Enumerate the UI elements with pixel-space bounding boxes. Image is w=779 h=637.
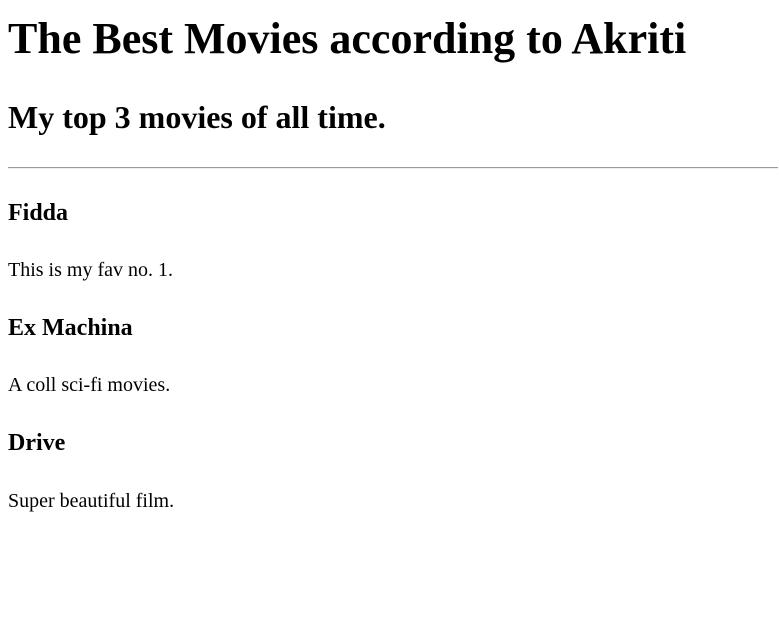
movie-title-drive: Drive: [8, 430, 66, 456]
movie-title-ex-machina: Ex Machina: [8, 315, 133, 341]
movie-title-fidda: Fidda: [8, 200, 69, 226]
section-divider: [8, 167, 778, 169]
page-subtitle: My top 3 movies of all time.: [8, 99, 386, 135]
page-title: The Best Movies according to Akriti: [8, 14, 687, 63]
movie-description-drive: Super beautiful film.: [8, 490, 175, 512]
movie-description-ex-machina: A coll sci-fi movies.: [8, 374, 171, 396]
movie-description-fidda: This is my fav no. 1.: [8, 259, 173, 281]
